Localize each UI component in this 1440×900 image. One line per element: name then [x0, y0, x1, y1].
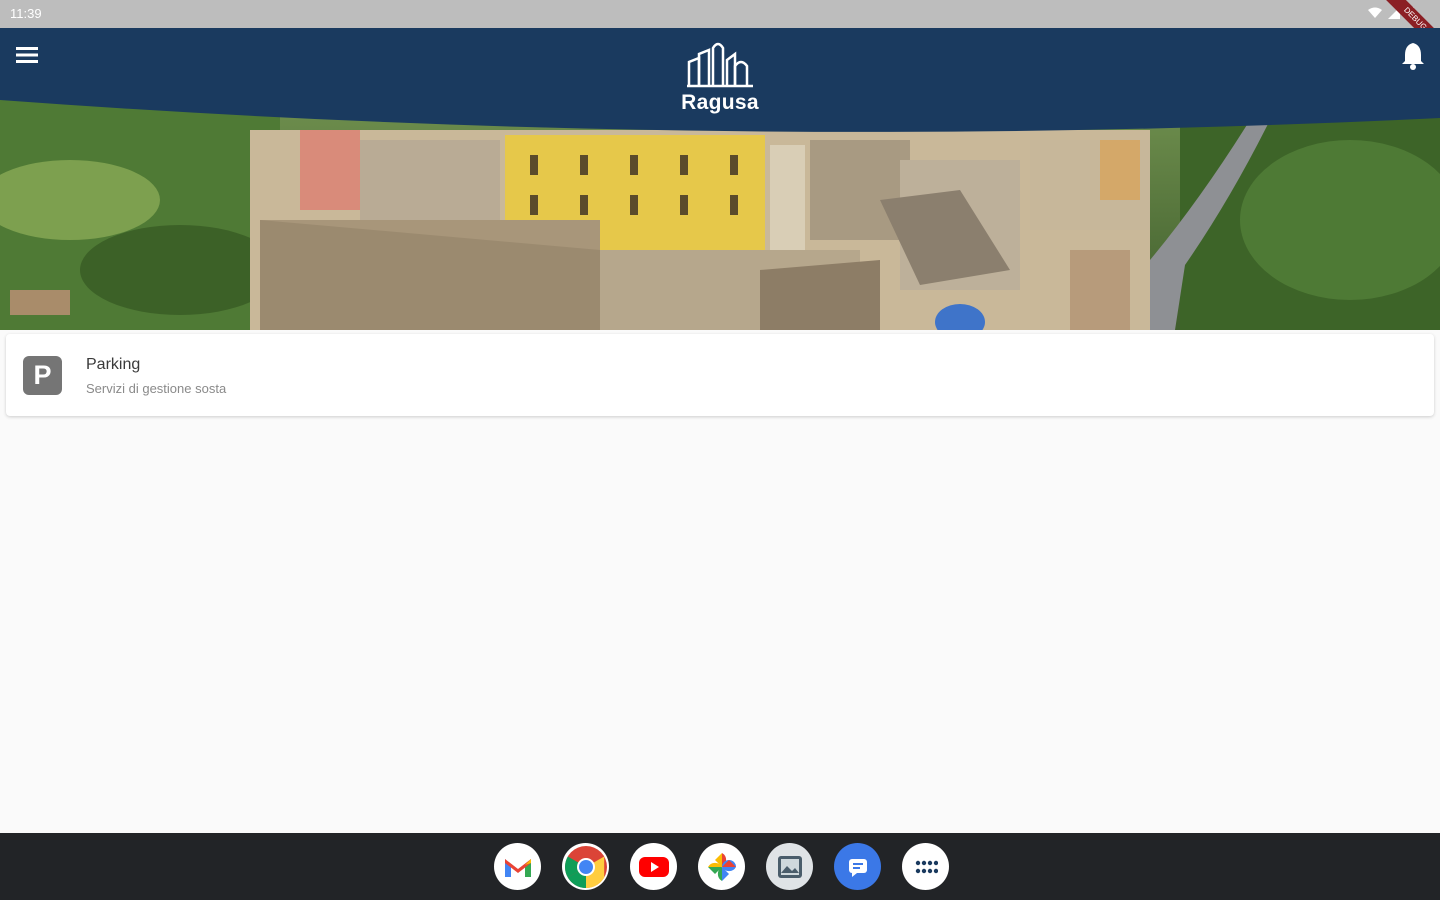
notifications-button[interactable] — [1400, 40, 1426, 70]
app-title: Ragusa — [681, 91, 759, 114]
wifi-icon — [1368, 7, 1382, 18]
photos-app[interactable] — [698, 843, 745, 890]
gmail-app[interactable] — [494, 843, 541, 890]
app-drawer-button[interactable] — [902, 843, 949, 890]
gallery-icon — [777, 855, 802, 878]
youtube-icon — [638, 856, 669, 877]
chrome-app[interactable] — [562, 843, 609, 890]
ragusa-logo: Ragusa — [670, 40, 770, 115]
card-subtitle: Servizi di gestione sosta — [86, 381, 227, 396]
pinwheel-icon — [707, 852, 736, 881]
bell-icon — [1402, 43, 1424, 70]
card-title: Parking — [86, 356, 141, 373]
status-time: 11:39 — [10, 6, 42, 21]
app-dock — [494, 843, 949, 890]
messages-app[interactable] — [834, 843, 881, 890]
service-card-parking[interactable]: P Parking Servizi di gestione sosta — [6, 334, 1434, 416]
parking-icon: P — [23, 356, 62, 395]
gmail-icon — [504, 858, 531, 877]
app-bar: Ragusa — [0, 28, 1440, 138]
menu-button[interactable] — [12, 40, 42, 70]
parking-icon-letter: P — [33, 360, 52, 390]
status-bar: 11:39 DEBUG — [0, 0, 1440, 63]
youtube-app[interactable] — [630, 843, 677, 890]
grid-dots-icon — [915, 860, 938, 873]
city-buildings-icon — [687, 42, 753, 88]
menu-icon — [16, 47, 38, 63]
taskbar — [0, 833, 1440, 900]
gallery-app[interactable] — [766, 843, 813, 890]
chrome-icon — [564, 845, 607, 888]
chat-bubble-icon — [848, 858, 867, 877]
